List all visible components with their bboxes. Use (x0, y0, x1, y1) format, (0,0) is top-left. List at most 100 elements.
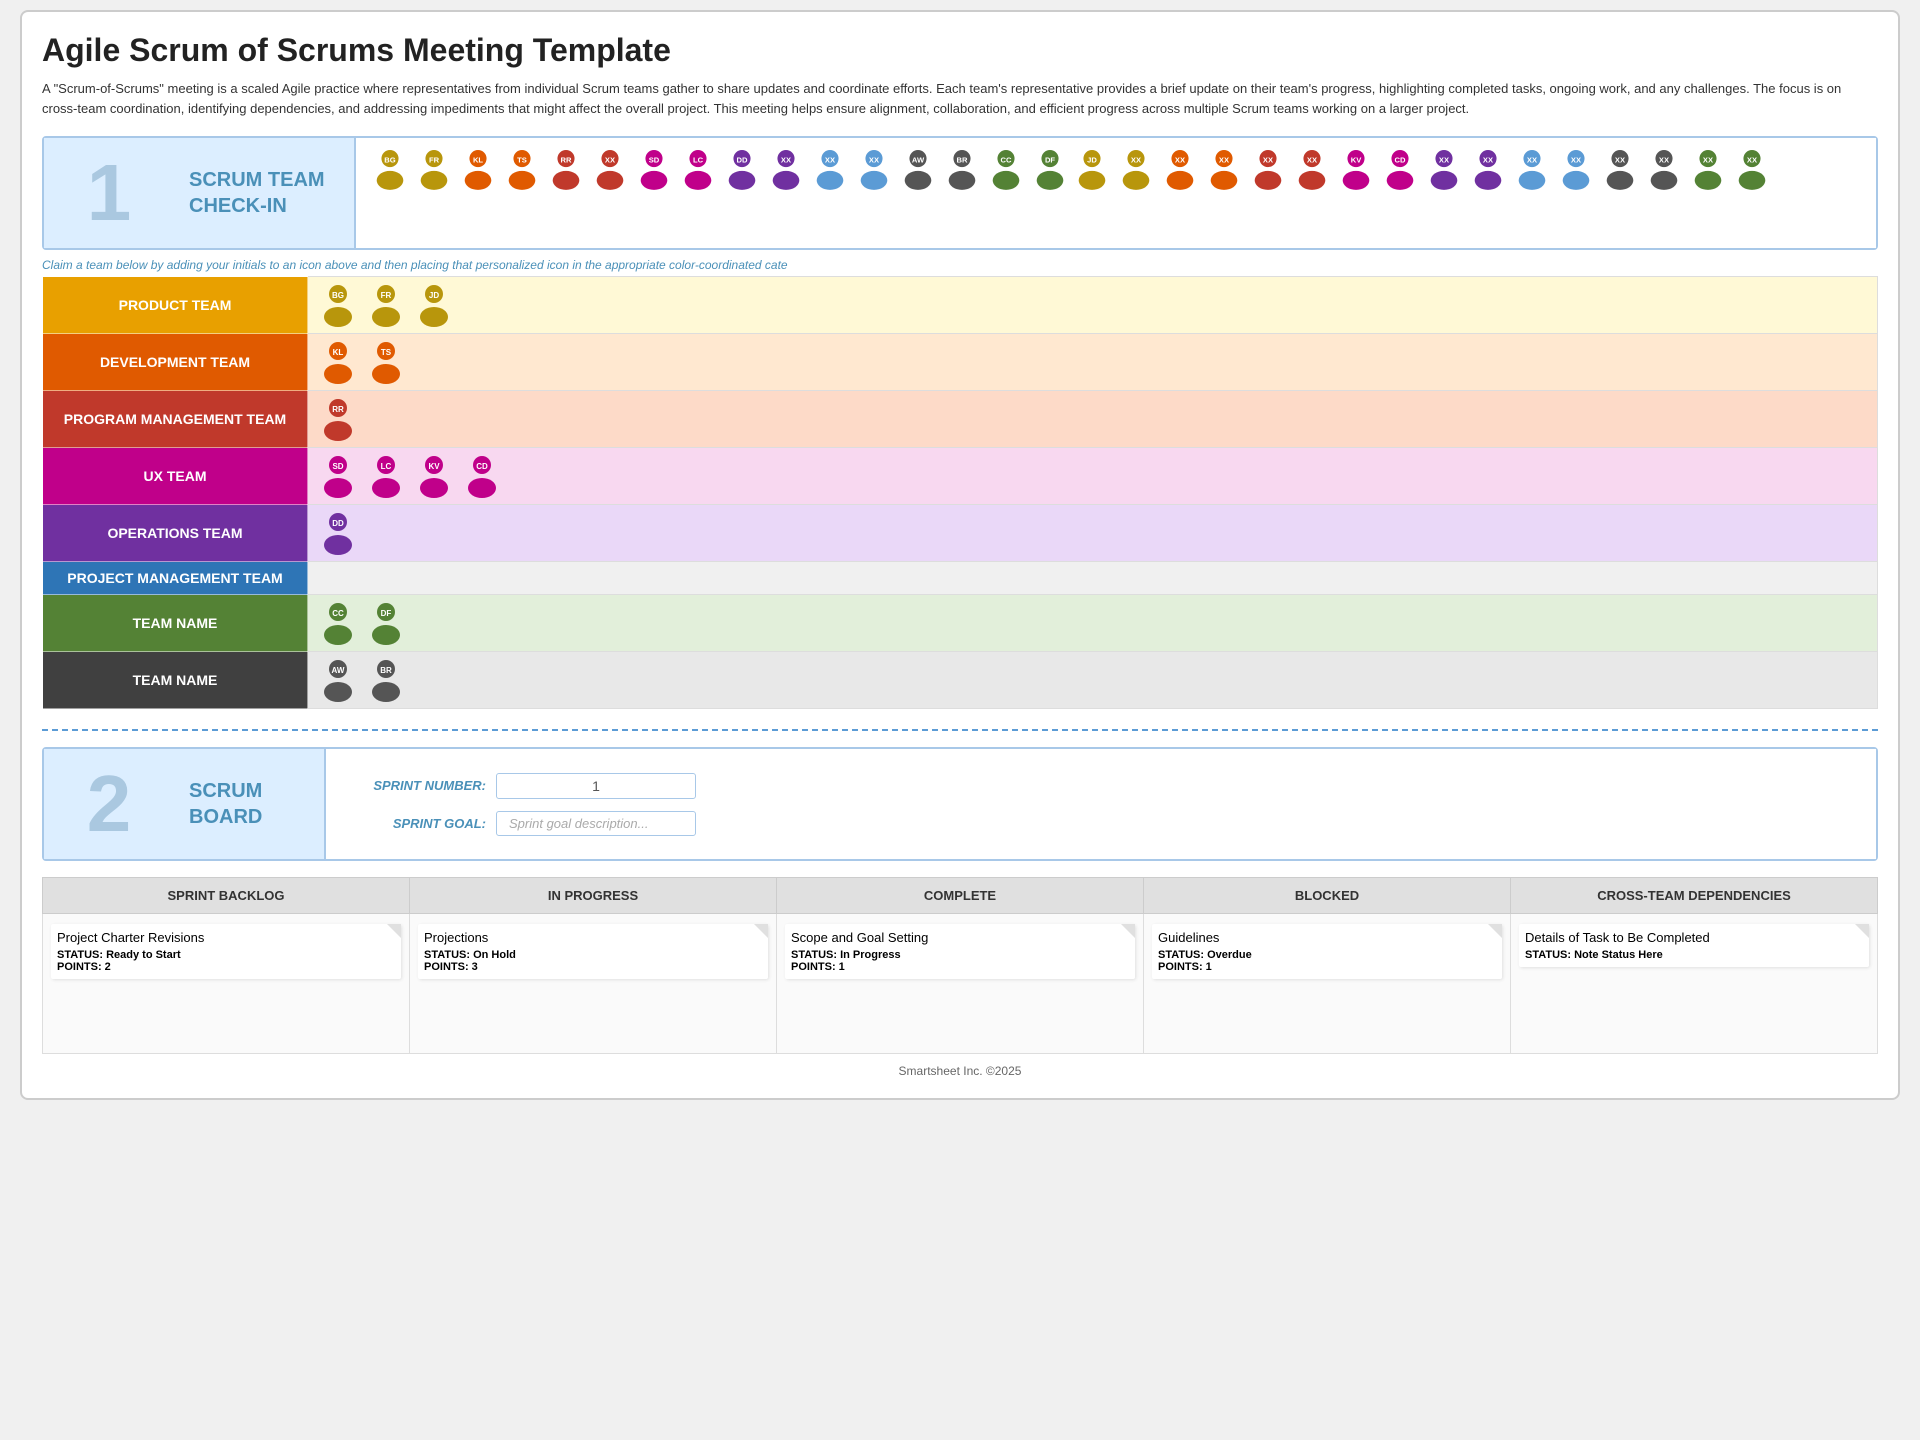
svg-text:XX: XX (825, 155, 835, 164)
team-members-cell (308, 562, 1878, 595)
svg-text:CC: CC (332, 609, 344, 618)
avatar-grid: BGFRKLTSRRXXSDLCDDXXXXXXAWBRCCDFJDXXXXXX… (371, 148, 1861, 194)
section2-number: 2 (87, 764, 132, 844)
card-title: Scope and Goal Setting (791, 930, 1129, 945)
header-avatar: RR (547, 148, 585, 190)
team-member-avatar: JD (414, 283, 454, 327)
svg-text:KL: KL (473, 155, 483, 164)
svg-text:XX: XX (1659, 155, 1669, 164)
svg-text:DF: DF (381, 609, 392, 618)
section1-wrapper: 1 SCRUM TEAM CHECK-IN BGFRKLTSRRXXSDLCDD… (42, 136, 1878, 250)
section2-label: SCRUM BOARD (174, 749, 324, 859)
header-avatar: XX (1601, 148, 1639, 194)
team-member-avatar: KL (318, 340, 358, 384)
svg-text:TS: TS (381, 348, 392, 357)
team-members-cell: DD (308, 505, 1878, 562)
svg-text:CC: CC (1001, 155, 1012, 164)
team-members-cell: SD LC KV CD (308, 448, 1878, 505)
svg-text:RR: RR (332, 405, 344, 414)
card-title: Projections (424, 930, 762, 945)
svg-text:LC: LC (381, 462, 392, 471)
svg-text:SD: SD (332, 462, 343, 471)
card-title: Guidelines (1158, 930, 1496, 945)
svg-text:LC: LC (693, 155, 704, 164)
card-status: STATUS: Note Status Here (1525, 949, 1863, 961)
header-avatar: XX (1249, 148, 1287, 194)
team-members-cell: KL TS (308, 334, 1878, 391)
team-member-avatar: BR (366, 658, 406, 702)
svg-text:SD: SD (649, 155, 660, 164)
svg-text:JD: JD (1087, 155, 1097, 164)
team-row: PROGRAM MANAGEMENT TEAMRR (43, 391, 1878, 448)
header-avatar: BR (943, 148, 981, 190)
team-row: PROJECT MANAGEMENT TEAM (43, 562, 1878, 595)
sprint-board-column-header: IN PROGRESS (410, 878, 777, 914)
svg-text:XX: XX (869, 155, 879, 164)
header-avatar: CC (987, 148, 1025, 190)
svg-text:XX: XX (1439, 155, 1449, 164)
section2-sprint-info: SPRINT NUMBER: 1 SPRINT GOAL: Sprint goa… (324, 749, 1876, 859)
sprint-board-column-header: BLOCKED (1144, 878, 1511, 914)
svg-text:CD: CD (1395, 155, 1406, 164)
svg-text:KV: KV (428, 462, 440, 471)
svg-text:KV: KV (1351, 155, 1362, 164)
sprint-number-value: 1 (496, 773, 696, 799)
card-status: STATUS: On Hold (424, 949, 762, 961)
team-member-avatar: CD (462, 454, 502, 498)
header-avatar: XX (1205, 148, 1243, 194)
team-label: DEVELOPMENT TEAM (43, 334, 308, 391)
teams-table: PRODUCT TEAMBGFRJDDEVELOPMENT TEAMKLTSPR… (42, 276, 1878, 709)
header-avatar: DD (723, 148, 761, 190)
svg-text:BG: BG (332, 291, 344, 300)
sprint-board-card: Details of Task to Be CompletedSTATUS: N… (1511, 914, 1878, 1054)
svg-text:XX: XX (605, 155, 615, 164)
svg-text:XX: XX (1263, 155, 1273, 164)
team-member-avatar: SD (318, 454, 358, 498)
team-row: TEAM NAME AW BR (43, 652, 1878, 709)
sprint-board-card: Project Charter RevisionsSTATUS: Ready t… (43, 914, 410, 1054)
header-avatar: XX (1733, 148, 1771, 194)
team-members-cell: AW BR (308, 652, 1878, 709)
header-avatar: XX (1469, 148, 1507, 194)
svg-text:DF: DF (1045, 155, 1055, 164)
svg-text:BR: BR (380, 666, 392, 675)
team-row: DEVELOPMENT TEAMKL TS (43, 334, 1878, 391)
sprint-board-card: Guidelines STATUS: OverduePOINTS: 1 (1144, 914, 1511, 1054)
header-avatar: TS (503, 148, 541, 190)
svg-text:XX: XX (781, 155, 791, 164)
page-title: Agile Scrum of Scrums Meeting Template (42, 32, 1878, 69)
card-status: STATUS: Overdue (1158, 949, 1496, 961)
claim-instruction: Claim a team below by adding your initia… (42, 258, 1878, 272)
svg-text:XX: XX (1747, 155, 1757, 164)
header-avatar: XX (1161, 148, 1199, 194)
svg-text:XX: XX (1615, 155, 1625, 164)
sprint-board-column-header: CROSS-TEAM DEPENDENCIES (1511, 878, 1878, 914)
team-member-avatar: RR (318, 397, 358, 441)
team-row: PRODUCT TEAMBGFRJD (43, 277, 1878, 334)
team-member-avatar: CC (318, 601, 358, 645)
header-avatar: XX (767, 148, 805, 190)
sprint-goal-label: SPRINT GOAL: (346, 816, 486, 831)
team-row: UX TEAMSDLCKVCD (43, 448, 1878, 505)
sprint-board-column-header: SPRINT BACKLOG (43, 878, 410, 914)
header-avatar: XX (1293, 148, 1331, 194)
header-avatar: XX (591, 148, 629, 190)
svg-text:AW: AW (332, 666, 345, 675)
section-divider (42, 729, 1878, 731)
svg-text:JD: JD (429, 291, 439, 300)
section1-label: SCRUM TEAM CHECK-IN (174, 138, 354, 248)
sprint-goal-value[interactable]: Sprint goal description... (496, 811, 696, 836)
sprint-board-table: SPRINT BACKLOGIN PROGRESSCOMPLETEBLOCKED… (42, 877, 1878, 1054)
team-member-avatar: DD (318, 511, 358, 555)
team-label: TEAM NAME (43, 595, 308, 652)
card-title: Project Charter Revisions (57, 930, 395, 945)
svg-text:XX: XX (1527, 155, 1537, 164)
header-avatar: LC (679, 148, 717, 190)
card-points: POINTS: 2 (57, 961, 395, 973)
team-label: TEAM NAME (43, 652, 308, 709)
card-points: POINTS: 1 (1158, 961, 1496, 973)
svg-text:XX: XX (1175, 155, 1185, 164)
team-member-avatar: FR (366, 283, 406, 327)
svg-text:XX: XX (1571, 155, 1581, 164)
team-members-cell: RR (308, 391, 1878, 448)
